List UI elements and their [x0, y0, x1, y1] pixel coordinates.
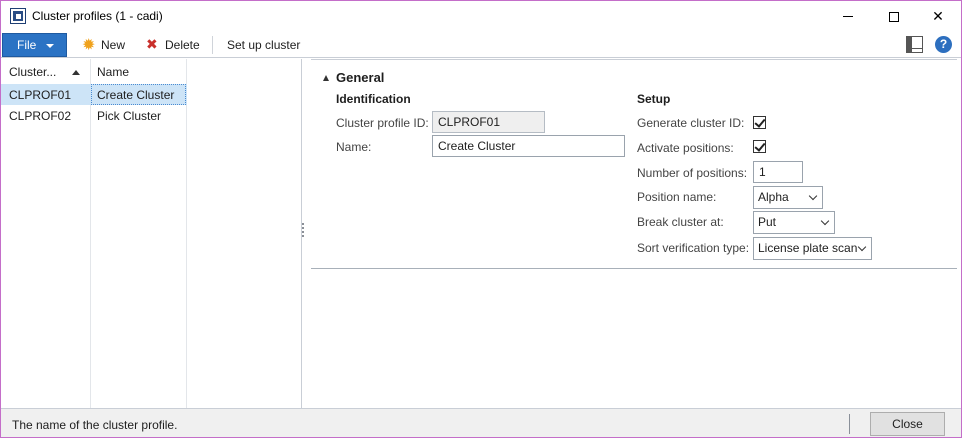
- chevron-down-icon: [808, 191, 818, 201]
- sort-verification-select[interactable]: License plate scan: [753, 237, 872, 260]
- setup-group-title: Setup: [637, 92, 671, 106]
- chevron-down-icon: [857, 242, 867, 252]
- maximize-button[interactable]: [871, 1, 917, 32]
- name-label: Name:: [336, 140, 372, 154]
- factbox-panel-icon[interactable]: [906, 36, 923, 53]
- activate-positions-label: Activate positions:: [637, 141, 734, 155]
- column-header-name[interactable]: Name: [97, 65, 129, 79]
- number-of-positions-field[interactable]: 1: [753, 161, 803, 183]
- general-section-header[interactable]: General: [311, 59, 957, 89]
- status-divider: [849, 414, 850, 434]
- sort-verification-value: License plate scan: [758, 241, 858, 255]
- minimize-button[interactable]: [825, 1, 871, 32]
- table-row[interactable]: CLPROF01 Create Cluster: [1, 84, 187, 105]
- title-bar: Cluster profiles (1 - cadi) ✕: [1, 1, 961, 32]
- file-menu-label: File: [17, 38, 37, 52]
- number-of-positions-label: Number of positions:: [637, 166, 748, 180]
- status-bar: The name of the cluster profile. Close: [1, 408, 961, 437]
- action-pane: File New Delete Set up cluster ?: [1, 32, 961, 58]
- close-button[interactable]: Close: [870, 412, 945, 436]
- table-row[interactable]: CLPROF02 Pick Cluster: [1, 105, 187, 126]
- name-field[interactable]: Create Cluster: [432, 135, 625, 157]
- position-name-select[interactable]: Alpha: [753, 186, 823, 209]
- profile-id-label: Cluster profile ID:: [336, 116, 429, 130]
- window-title: Cluster profiles (1 - cadi): [32, 9, 163, 23]
- new-button-label: New: [101, 38, 126, 52]
- pane-splitter[interactable]: [302, 221, 305, 245]
- delete-button[interactable]: Delete: [146, 36, 200, 54]
- app-window: Cluster profiles (1 - cadi) ✕ File New D…: [0, 0, 962, 438]
- cell-cluster-id: CLPROF01: [9, 88, 72, 102]
- column-header-cluster-id[interactable]: Cluster...: [9, 65, 56, 79]
- delete-icon: [146, 36, 160, 53]
- generate-cluster-id-checkbox[interactable]: [753, 116, 766, 129]
- close-window-button[interactable]: ✕: [915, 1, 961, 32]
- app-icon: [10, 8, 26, 24]
- setup-cluster-button[interactable]: Set up cluster: [227, 36, 300, 54]
- grid-header: Cluster... Name: [1, 59, 187, 83]
- close-icon: ✕: [932, 8, 944, 24]
- maximize-icon: [889, 11, 899, 22]
- position-name-value: Alpha: [758, 190, 789, 204]
- cell-name: Create Cluster: [97, 88, 175, 102]
- status-text: The name of the cluster profile.: [12, 418, 178, 432]
- minimize-icon: [843, 16, 853, 17]
- break-cluster-value: Put: [758, 215, 777, 229]
- details-pane: General Identification Setup Cluster pro…: [311, 59, 961, 408]
- break-cluster-select[interactable]: Put: [753, 211, 835, 234]
- sort-verification-label: Sort verification type:: [637, 241, 750, 255]
- cell-name: Pick Cluster: [97, 109, 162, 123]
- cluster-profile-grid: Cluster... Name CLPROF01 Create Cluster …: [1, 59, 302, 408]
- section-title: General: [336, 70, 385, 85]
- position-name-label: Position name:: [637, 190, 717, 204]
- section-divider: [311, 268, 957, 269]
- collapse-icon: [323, 75, 329, 81]
- delete-button-label: Delete: [165, 38, 200, 52]
- generate-cluster-id-label: Generate cluster ID:: [637, 116, 745, 130]
- break-cluster-label: Break cluster at:: [637, 215, 724, 229]
- chevron-down-icon: [820, 216, 830, 226]
- new-record-icon: [82, 35, 97, 55]
- profile-id-field: CLPROF01: [432, 111, 545, 133]
- identification-group-title: Identification: [336, 92, 411, 106]
- new-button[interactable]: New: [82, 35, 126, 55]
- help-icon[interactable]: ?: [935, 36, 952, 53]
- chevron-down-icon: [46, 44, 54, 48]
- file-menu-button[interactable]: File: [2, 33, 67, 57]
- cell-cluster-id: CLPROF02: [9, 109, 72, 123]
- sort-ascending-icon: [72, 70, 80, 75]
- toolbar-divider: [212, 36, 213, 54]
- activate-positions-checkbox[interactable]: [753, 140, 766, 153]
- close-button-label: Close: [892, 417, 923, 431]
- setup-cluster-label: Set up cluster: [227, 38, 301, 52]
